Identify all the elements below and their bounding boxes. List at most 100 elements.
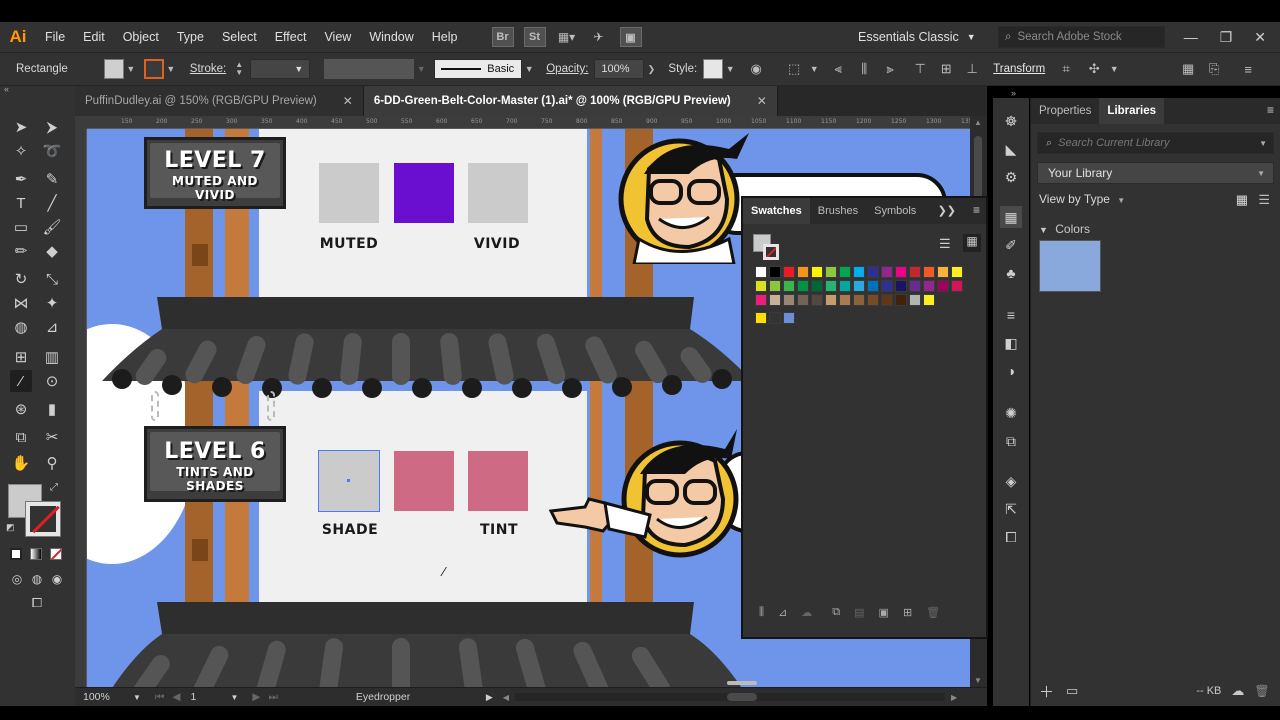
stock-icon[interactable]: St [523,27,546,47]
transparency-icon[interactable]: ◑ [1000,360,1022,382]
delete-swatch-icon[interactable]: 🗑 [926,606,940,619]
selection-tool-icon[interactable]: ➤ [10,116,32,138]
slice-tool-icon[interactable]: ✂ [41,426,63,448]
default-fill-stroke-icon[interactable]: ◩ [6,522,15,533]
swatch-chip[interactable] [783,294,795,306]
list-view-icon[interactable]: ☰ [1258,192,1270,208]
previous-artboard-icon[interactable]: ◀ [172,691,180,703]
gradient-mode-icon[interactable] [30,548,42,560]
last-artboard-icon[interactable]: ⏭ [268,691,277,704]
graphic-styles-icon[interactable]: ⧉ [1000,430,1022,452]
horizontal-scroll-thumb[interactable] [727,681,757,685]
more-options-dropdown-icon[interactable]: ▼ [1107,64,1121,74]
swatch-chip[interactable] [825,266,837,278]
library-select[interactable]: Your Library ▼ [1037,162,1274,184]
align-middle-icon[interactable]: ⊞ [937,60,955,78]
menu-object[interactable]: Object [114,22,168,52]
menu-select[interactable]: Select [213,22,266,52]
swatch-chip[interactable] [755,312,767,324]
swatch-chip[interactable] [797,280,809,292]
panel-menu-icon[interactable]: ≡ [973,203,980,217]
artboards-icon[interactable]: ⧠ [1000,526,1022,548]
mesh-tool-icon[interactable]: ⊞ [10,346,32,368]
swatch-chip[interactable] [811,266,823,278]
swatch-chip[interactable] [755,266,767,278]
swatch-chip[interactable] [825,280,837,292]
arrange-panels-icon[interactable]: ▦ [1179,60,1197,78]
list-view-icon[interactable]: ☰ [939,236,951,252]
rectangle-tool-icon[interactable]: ▭ [10,216,32,238]
scroll-down-icon[interactable]: ▼ [974,676,982,685]
library-search-input[interactable]: ⌕ Search Current Library ▼ [1037,132,1274,154]
tab-properties[interactable]: Properties [1031,98,1099,124]
magic-wand-tool-icon[interactable]: ✧ [10,140,32,162]
align-left-icon[interactable]: ⫷ [829,60,847,78]
opacity-slider-icon[interactable]: ❯ [644,64,658,75]
swatch-chip[interactable] [909,294,921,306]
brush-definition-select[interactable]: Basic [434,59,523,79]
swatch-chip[interactable] [853,266,865,278]
fill-swatch[interactable] [103,59,124,79]
chevron-down-icon[interactable]: ▼ [1259,139,1267,148]
gradient-tool-icon[interactable]: ▥ [41,346,63,368]
draw-inside-icon[interactable]: ◉ [46,568,68,590]
horizontal-scroll-thumb[interactable] [726,693,757,701]
zoom-level[interactable]: 100% [83,691,133,703]
scroll-left-icon[interactable]: ◀ [503,693,509,702]
swatch-chip[interactable] [839,266,851,278]
align-center-icon[interactable]: ⫼ [855,60,873,78]
recolor-artwork-icon[interactable]: ◉ [747,60,765,78]
menu-help[interactable]: Help [423,22,467,52]
swap-fill-stroke-icon[interactable]: ⤢ [50,482,58,493]
paintbrush-tool-icon[interactable]: 🖌 [41,216,63,238]
align-bottom-icon[interactable]: ⊥ [963,60,981,78]
zoom-tool-icon[interactable]: ⚲ [41,452,63,474]
line-segment-tool-icon[interactable]: ╱ [41,192,63,214]
layers-icon[interactable]: ◈ [1000,470,1022,492]
swatch-chip[interactable] [825,294,837,306]
vivid-result-swatch[interactable] [468,163,528,223]
menu-window[interactable]: Window [360,22,422,52]
new-color-group-icon[interactable]: ⧉ [832,606,840,619]
brush-dropdown-icon[interactable]: ▼ [522,64,536,74]
scroll-up-icon[interactable]: ▲ [974,118,982,127]
grid-view-icon[interactable]: ▦ [1236,192,1248,208]
gpu-performance-icon[interactable]: ✈ [588,27,610,47]
tab-brushes[interactable]: Brushes [810,198,866,224]
opacity-label[interactable]: Opacity: [540,63,594,75]
graphic-style-swatch[interactable] [703,59,724,79]
swatch-chip[interactable] [797,294,809,306]
status-menu-icon[interactable]: ▶ [486,692,493,703]
chevron-down-icon[interactable]: ▼ [230,693,238,702]
swatches-icon[interactable]: ▦ [1000,206,1022,228]
swatch-chip[interactable] [755,280,767,292]
bridge-icon[interactable]: Br [491,27,514,47]
swatch-chip[interactable] [895,266,907,278]
appearance-icon[interactable]: ⚙ [1000,166,1022,188]
swatch-chip[interactable] [853,294,865,306]
tab-libraries[interactable]: Libraries [1099,98,1164,124]
swatch-chip[interactable] [769,312,781,324]
close-icon[interactable]: ✕ [1254,29,1266,46]
swatch-chip[interactable] [895,280,907,292]
shade-swatch-selected[interactable] [318,450,380,512]
isolate-icon[interactable]: ⌗ [1057,60,1075,78]
toolbar-collapse-bar[interactable]: « [0,84,75,98]
swatch-chip[interactable] [881,294,893,306]
swatch-chip[interactable] [867,280,879,292]
library-color-swatch[interactable] [1039,240,1101,292]
view-by-selector[interactable]: View by Type ▼ ▦ ☰ [1039,192,1272,210]
scale-tool-icon[interactable]: ⤡ [41,268,63,290]
menu-file[interactable]: File [36,22,74,52]
stock-search-input[interactable]: ⌕ Search Adobe Stock [998,26,1165,48]
swatch-chip[interactable] [881,280,893,292]
tint-swatch[interactable] [468,451,528,511]
swatch-chip[interactable] [783,280,795,292]
screen-mode-icon[interactable]: ⧠ [26,592,48,614]
expand-panel-icon[interactable]: ❯❯ [938,204,956,217]
swatch-chip[interactable] [853,280,865,292]
arrange-documents-icon[interactable]: ▦▾ [556,27,578,47]
stroke-preview-icon[interactable] [763,244,779,260]
gpu-preview-icon[interactable]: ▣ [619,27,642,47]
swatch-chip[interactable] [783,312,795,324]
